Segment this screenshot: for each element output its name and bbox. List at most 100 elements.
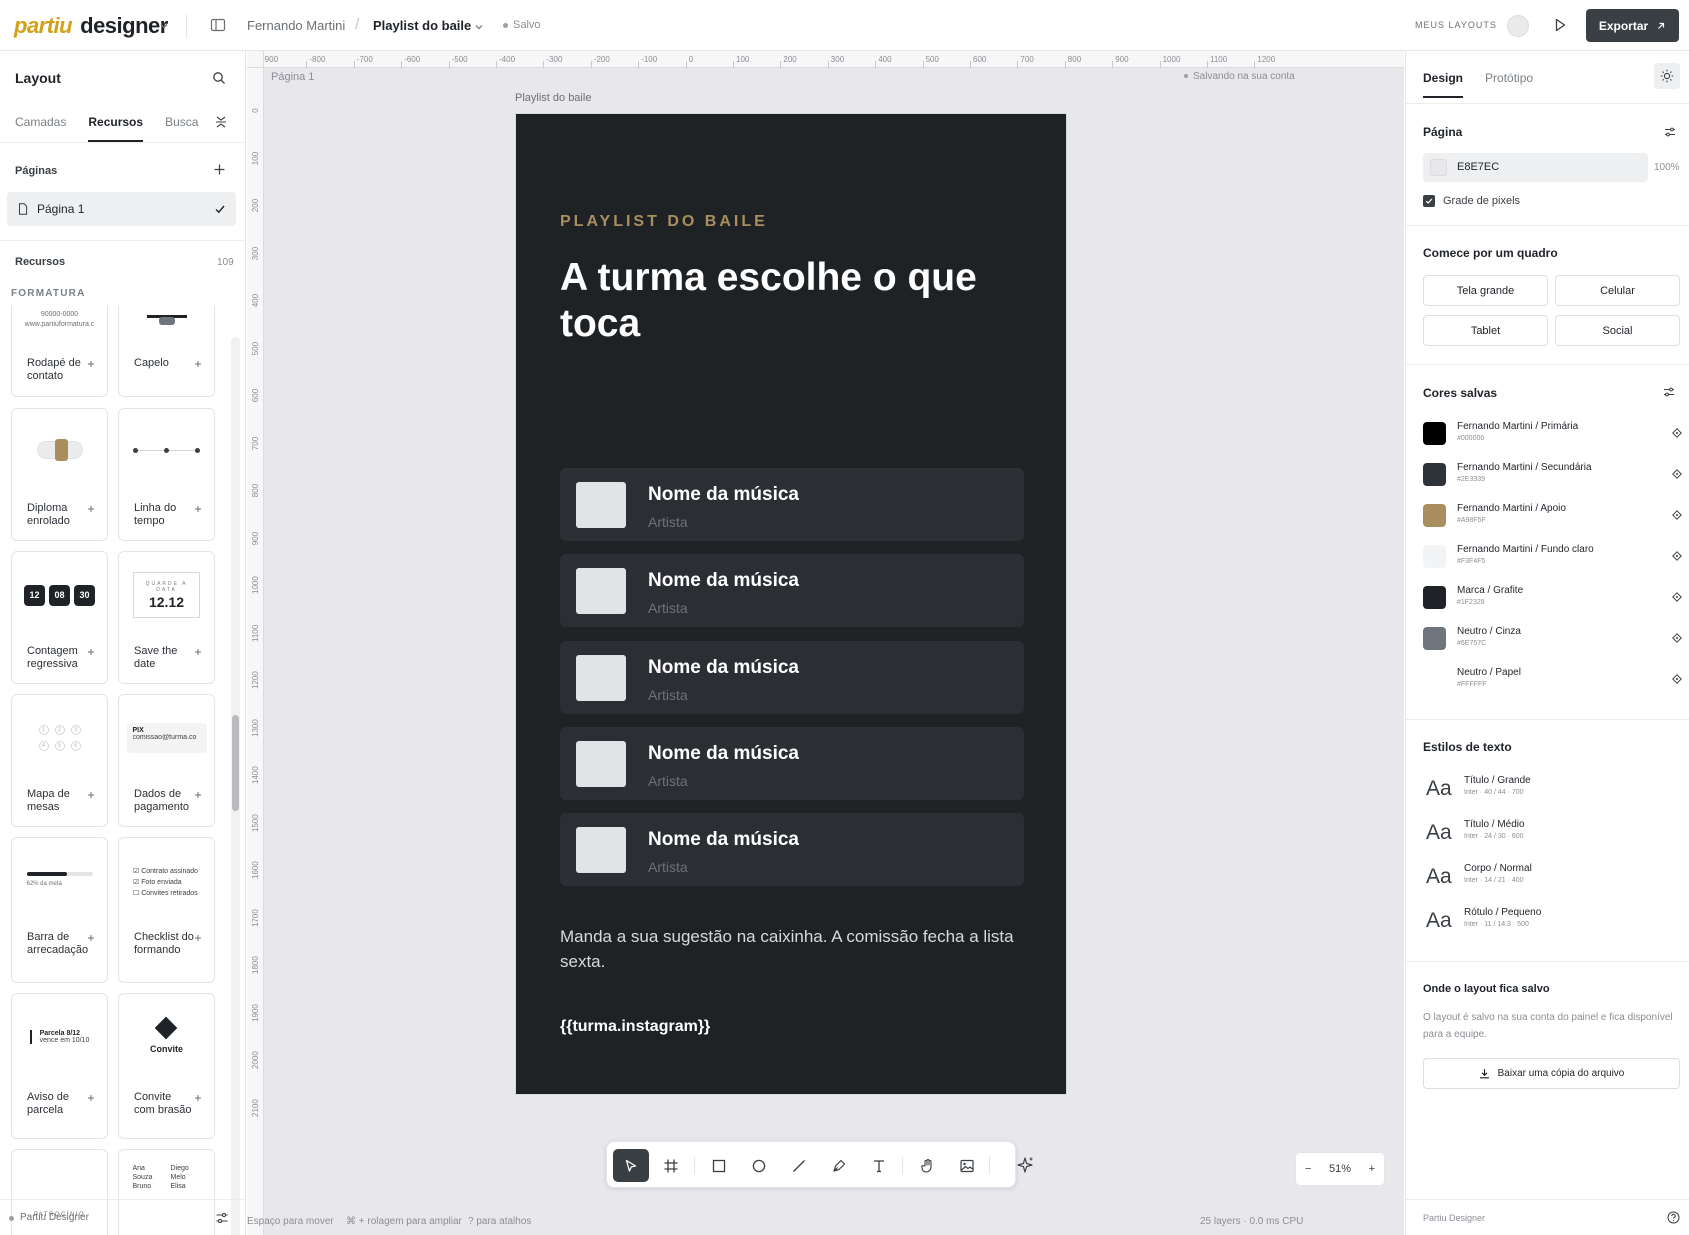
play-icon[interactable] [1552, 17, 1568, 33]
frame-kicker[interactable]: PLAYLIST DO BAILE [560, 213, 768, 231]
zoom-level[interactable]: 51% [1329, 1163, 1351, 1175]
export-button[interactable]: Exportar [1586, 9, 1679, 42]
resource-card[interactable]: Linha do tempo [118, 408, 215, 541]
preset-celular[interactable]: Celular [1555, 275, 1680, 306]
add-icon[interactable] [194, 934, 202, 942]
pen-tool[interactable] [821, 1149, 857, 1182]
add-icon[interactable] [194, 648, 202, 656]
page-color-hex[interactable]: E8E7EC [1457, 161, 1499, 173]
saved-color-item[interactable]: Marca / Grafite #1F2328 [1423, 581, 1682, 619]
preset-social[interactable]: Social [1555, 315, 1680, 346]
component-diamond-icon[interactable] [1672, 674, 1682, 684]
resource-card[interactable]: Capelo [118, 306, 215, 397]
add-icon[interactable] [194, 1094, 202, 1102]
resource-card[interactable]: 90000-0000 www.partiuformatura.c Rodapé … [11, 306, 108, 397]
add-icon[interactable] [194, 360, 202, 368]
preset-tablet[interactable]: Tablet [1423, 315, 1548, 346]
canvas[interactable]: -900 -800 -700 -600 -500 -400 -300 -200 -100 0 100… [247, 51, 1404, 1235]
track-item[interactable]: Nome da música Artista [560, 813, 1024, 886]
resource-card[interactable]: PIX comissao@turma.co Dados de pagamento [118, 694, 215, 827]
add-icon[interactable] [87, 1094, 95, 1102]
frame-body-text[interactable]: Manda a sua sugestão na caixinha. A comi… [560, 924, 1020, 974]
sidebar-toggle-icon[interactable] [210, 17, 226, 33]
page-color-swatch[interactable] [1430, 159, 1447, 176]
resource-card[interactable]: ☑ Contrato assinado ☑ Foto enviada ☐ Con… [118, 837, 215, 983]
image-tool[interactable] [949, 1149, 985, 1182]
add-icon[interactable] [87, 934, 95, 942]
saved-color-item[interactable]: Fernando Martini / Primária #000000 [1423, 417, 1682, 455]
preset-tela-grande[interactable]: Tela grande [1423, 275, 1548, 306]
resource-card[interactable]: 12 08 30 Contagem regressiva [11, 551, 108, 684]
download-copy-button[interactable]: Baixar uma cópia do arquivo [1423, 1058, 1680, 1089]
text-style-item[interactable]: Aa Título / Médio Inter · 24 / 30 · 600 [1423, 815, 1681, 855]
line-tool[interactable] [781, 1149, 817, 1182]
tab-design[interactable]: Design [1423, 71, 1464, 98]
cursor-tool[interactable] [613, 1149, 649, 1182]
checkbox[interactable] [1423, 195, 1435, 207]
search-icon[interactable] [212, 71, 226, 85]
component-diamond-icon[interactable] [1672, 469, 1682, 479]
chevron-down-icon[interactable] [158, 20, 170, 32]
chevron-down-icon[interactable] [474, 22, 484, 32]
add-icon[interactable] [87, 505, 95, 513]
text-style-item[interactable]: Aa Rótulo / Pequeno Inter · 11 / 14.3 · … [1423, 903, 1681, 943]
ellipse-tool[interactable] [741, 1149, 777, 1182]
page-item[interactable]: Página 1 [7, 192, 236, 226]
track-item[interactable]: Nome da música Artista [560, 641, 1024, 714]
frame-tool[interactable] [653, 1149, 689, 1182]
saved-color-item[interactable]: Neutro / Papel #FFFFFF [1423, 663, 1682, 701]
component-diamond-icon[interactable] [1672, 428, 1682, 438]
add-icon[interactable] [87, 648, 95, 656]
frame-label[interactable]: Playlist do baile [515, 92, 591, 104]
frame-title[interactable]: A turma escolhe o que toca [560, 255, 1020, 347]
text-style-item[interactable]: Aa Título / Grande Inter · 40 / 44 · 700 [1423, 771, 1681, 811]
resource-card[interactable]: Convite Convite com brasão [118, 993, 215, 1139]
tab-busca[interactable]: Busca [165, 115, 198, 142]
artboard-frame[interactable]: PLAYLIST DO BAILE A turma escolhe o que … [515, 113, 1067, 1095]
page-opacity[interactable]: 100% [1654, 162, 1680, 173]
resource-card[interactable]: Diploma enrolado [11, 408, 108, 541]
add-icon[interactable] [194, 505, 202, 513]
tab-camadas[interactable]: Camadas [15, 115, 66, 142]
tab-recursos[interactable]: Recursos [88, 115, 144, 142]
page-color-field[interactable]: E8E7EC [1423, 153, 1648, 182]
text-style-item[interactable]: Aa Corpo / Normal Inter · 14 / 21 · 400 [1423, 859, 1681, 899]
add-icon[interactable] [194, 791, 202, 799]
resource-card[interactable]: 62% da meta Barra de arrecadação [11, 837, 108, 983]
add-page-icon[interactable] [213, 163, 226, 176]
zoom-out-button[interactable]: − [1305, 1163, 1311, 1175]
my-layouts-link[interactable]: MEUS LAYOUTS [1415, 20, 1497, 30]
zoom-in-button[interactable]: + [1369, 1163, 1375, 1175]
pixel-grid-toggle[interactable]: Grade de pixels [1423, 195, 1520, 207]
component-diamond-icon[interactable] [1672, 510, 1682, 520]
scrollbar-thumb[interactable] [232, 715, 239, 811]
frame-handle[interactable]: {{turma.instagram}} [560, 1018, 710, 1036]
rectangle-tool[interactable] [701, 1149, 737, 1182]
avatar[interactable] [1507, 15, 1529, 37]
collapse-icon[interactable] [214, 115, 228, 129]
track-item[interactable]: Nome da música Artista [560, 554, 1024, 627]
add-icon[interactable] [87, 791, 95, 799]
help-icon[interactable] [1667, 1211, 1680, 1224]
saved-color-item[interactable]: Fernando Martini / Secundária #2E3339 [1423, 458, 1682, 496]
track-item[interactable]: Nome da música Artista [560, 468, 1024, 541]
adjust-icon[interactable] [1664, 126, 1676, 138]
component-diamond-icon[interactable] [1672, 633, 1682, 643]
saved-color-item[interactable]: Neutro / Cinza #6E757C [1423, 622, 1682, 660]
add-icon[interactable] [87, 360, 95, 368]
breadcrumb-user[interactable]: Fernando Martini [247, 18, 345, 33]
adjust-icon[interactable] [1663, 386, 1675, 398]
hand-tool[interactable] [910, 1149, 946, 1182]
component-diamond-icon[interactable] [1672, 592, 1682, 602]
app-logo[interactable]: partiu designer [14, 13, 168, 39]
tab-prototipo[interactable]: Protótipo [1485, 71, 1533, 98]
resource-card[interactable]: QUARDE A DATA 12.12 Save the date [118, 551, 215, 684]
resource-card[interactable]: Parcela 8/12 vence em 10/10 Aviso de par… [11, 993, 108, 1139]
component-diamond-icon[interactable] [1672, 551, 1682, 561]
settings-sliders-icon[interactable] [215, 1211, 229, 1225]
track-item[interactable]: Nome da música Artista [560, 727, 1024, 800]
theme-toggle[interactable] [1654, 63, 1680, 89]
saved-color-item[interactable]: Fernando Martini / Apoio #A98F5F [1423, 499, 1682, 537]
text-tool[interactable] [861, 1149, 897, 1182]
saved-color-item[interactable]: Fernando Martini / Fundo claro #F3F4F5 [1423, 540, 1682, 578]
